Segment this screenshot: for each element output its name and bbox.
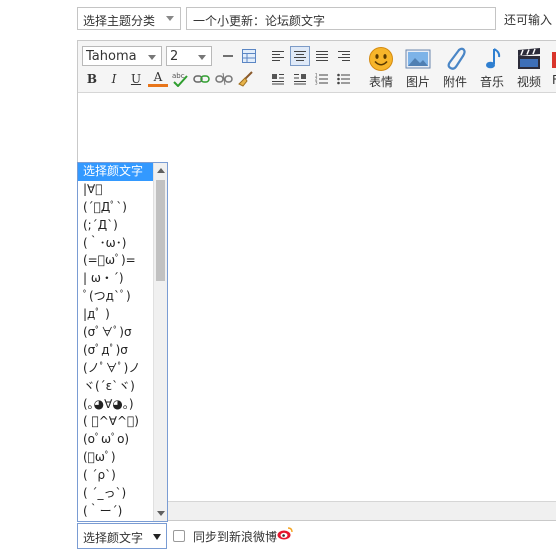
emoticon-option[interactable]: |дﾟ ) <box>78 306 153 324</box>
broom-icon <box>238 71 253 87</box>
emoticon-select-value: 选择颜文字 <box>83 531 144 545</box>
chevron-down-icon <box>198 55 206 60</box>
justify-button[interactable] <box>312 46 332 66</box>
spellcheck-icon: abc <box>172 72 188 87</box>
image-button[interactable]: 图片 <box>401 44 435 92</box>
chevron-down-icon <box>166 16 174 21</box>
link-icon <box>193 75 210 83</box>
flash-label: F <box>552 73 556 87</box>
float-left-icon <box>272 74 284 85</box>
topic-category-label: 选择主题分类 <box>83 14 156 28</box>
svg-text:3: 3 <box>315 81 318 86</box>
align-left-icon <box>272 51 284 61</box>
clear-format-button[interactable] <box>236 69 256 89</box>
attachment-label: 附件 <box>442 75 467 89</box>
unlink-button[interactable] <box>214 69 234 89</box>
sync-weibo-label[interactable]: 同步到新浪微博 <box>193 528 277 545</box>
emoticon-option[interactable]: ﾟ(つд`ﾟ) <box>78 288 153 306</box>
bullet-list-button[interactable] <box>334 69 354 89</box>
emoticon-option-placeholder[interactable]: 选择颜文字 <box>78 163 153 181</box>
emoticon-option[interactable]: (;´Д`) <box>78 217 153 235</box>
emoticon-option[interactable]: (=ﾟωﾟ)= <box>78 252 153 270</box>
emoticon-option[interactable]: (｀･ω･) <box>78 235 153 253</box>
underline-button[interactable]: U <box>126 69 146 89</box>
video-label: 视频 <box>516 75 541 89</box>
emoticon-option[interactable]: |∀ﾟ <box>78 181 153 199</box>
font-size-value: 2 <box>170 49 179 64</box>
music-note-icon <box>486 48 501 69</box>
font-color-button[interactable]: A <box>148 69 168 87</box>
title-input[interactable]: 一个小更新：论坛颜文字 <box>186 7 496 30</box>
font-family-select[interactable]: Tahoma <box>82 46 162 66</box>
italic-button[interactable]: I <box>104 69 124 89</box>
flash-button[interactable]: F <box>549 44 556 92</box>
spellcheck-button[interactable]: abc <box>170 69 190 89</box>
numbered-list-icon: 123 <box>315 73 328 86</box>
emoticon-option[interactable]: (｀ー´) <box>78 503 153 521</box>
emoticon-option[interactable]: (｡◕∀◕｡) <box>78 396 153 414</box>
attachment-button[interactable]: 附件 <box>438 44 472 92</box>
emoticon-option[interactable]: (σﾟдﾟ)σ <box>78 342 153 360</box>
emoticon-option[interactable]: ヾ(´ε`ヾ) <box>78 378 153 396</box>
align-right-button[interactable] <box>334 46 354 66</box>
music-label: 音乐 <box>479 75 504 89</box>
emoticon-option[interactable]: ( ﾟ^∀^ﾟ) <box>78 413 153 431</box>
emoticon-option[interactable]: ( ´ρ`) <box>78 467 153 485</box>
ordered-list-left-button[interactable] <box>268 69 288 89</box>
remaining-chars-text: 还可输入 <box>504 13 553 27</box>
emoticon-select[interactable]: 选择颜文字 <box>77 523 167 549</box>
image-icon <box>405 49 431 69</box>
bold-button[interactable]: B <box>82 69 102 89</box>
weibo-icon <box>277 527 293 540</box>
emoticon-option[interactable]: | ω・´) <box>78 270 153 288</box>
emoticon-button[interactable]: 表情 <box>364 44 398 92</box>
justify-icon <box>316 51 328 61</box>
sync-weibo-checkbox[interactable] <box>173 530 185 542</box>
emoticon-option[interactable]: (oﾟωﾟo) <box>78 431 153 449</box>
float-right-icon <box>294 74 306 85</box>
scroll-down-arrow-icon[interactable] <box>157 511 165 516</box>
align-center-button[interactable] <box>290 46 310 66</box>
insert-link-button[interactable] <box>192 69 212 89</box>
emoticon-option[interactable]: (ﾟωﾟ) <box>78 449 153 467</box>
paperclip-icon <box>447 47 466 70</box>
editor-toolbar: Tahoma 2 B I U A abc 1 2 3 表情 图片 附件 音乐 视… <box>78 41 556 93</box>
emoticon-option[interactable]: (´ﾟДﾟ`) <box>78 199 153 217</box>
align-left-button[interactable] <box>268 46 288 66</box>
smiley-icon <box>369 47 393 71</box>
table-icon <box>242 49 256 63</box>
emoticon-option[interactable]: ( ´_っ`) <box>78 485 153 503</box>
image-label: 图片 <box>405 75 430 89</box>
numbered-list-button[interactable]: 123 <box>312 69 332 89</box>
video-button[interactable]: 视频 <box>512 44 546 92</box>
emoticon-option[interactable]: (ノﾟ∀ﾟ)ノ <box>78 360 153 378</box>
horizontal-rule-button[interactable] <box>218 46 238 66</box>
unlink-icon <box>215 72 233 86</box>
chevron-down-icon <box>148 55 156 60</box>
float-right-button[interactable] <box>290 69 310 89</box>
scroll-up-arrow-icon[interactable] <box>157 168 165 173</box>
emoticon-option[interactable]: (σﾟ∀ﾟ)σ <box>78 324 153 342</box>
horizontal-rule-icon <box>223 55 233 57</box>
svg-text:abc: abc <box>172 72 185 80</box>
bullet-list-icon <box>337 73 350 85</box>
scrollbar-thumb[interactable] <box>156 180 165 281</box>
emoticon-label: 表情 <box>368 75 393 89</box>
music-button[interactable]: 音乐 <box>475 44 509 92</box>
font-size-select[interactable]: 2 <box>166 46 212 66</box>
table-button[interactable] <box>239 46 259 66</box>
chevron-down-icon <box>153 534 161 540</box>
emoticon-dropdown-list[interactable]: 选择颜文字 |∀ﾟ (´ﾟДﾟ`) (;´Д`) (｀･ω･) (=ﾟωﾟ)= | ω・´)… <box>77 162 168 522</box>
font-family-value: Tahoma <box>86 49 137 64</box>
emoticon-list-scrollbar[interactable] <box>153 163 167 521</box>
clapperboard-icon <box>518 48 540 69</box>
topic-category-select[interactable]: 选择主题分类 <box>77 7 181 30</box>
flash-icon <box>552 52 556 68</box>
align-right-icon <box>338 51 350 61</box>
align-center-icon <box>294 51 306 61</box>
